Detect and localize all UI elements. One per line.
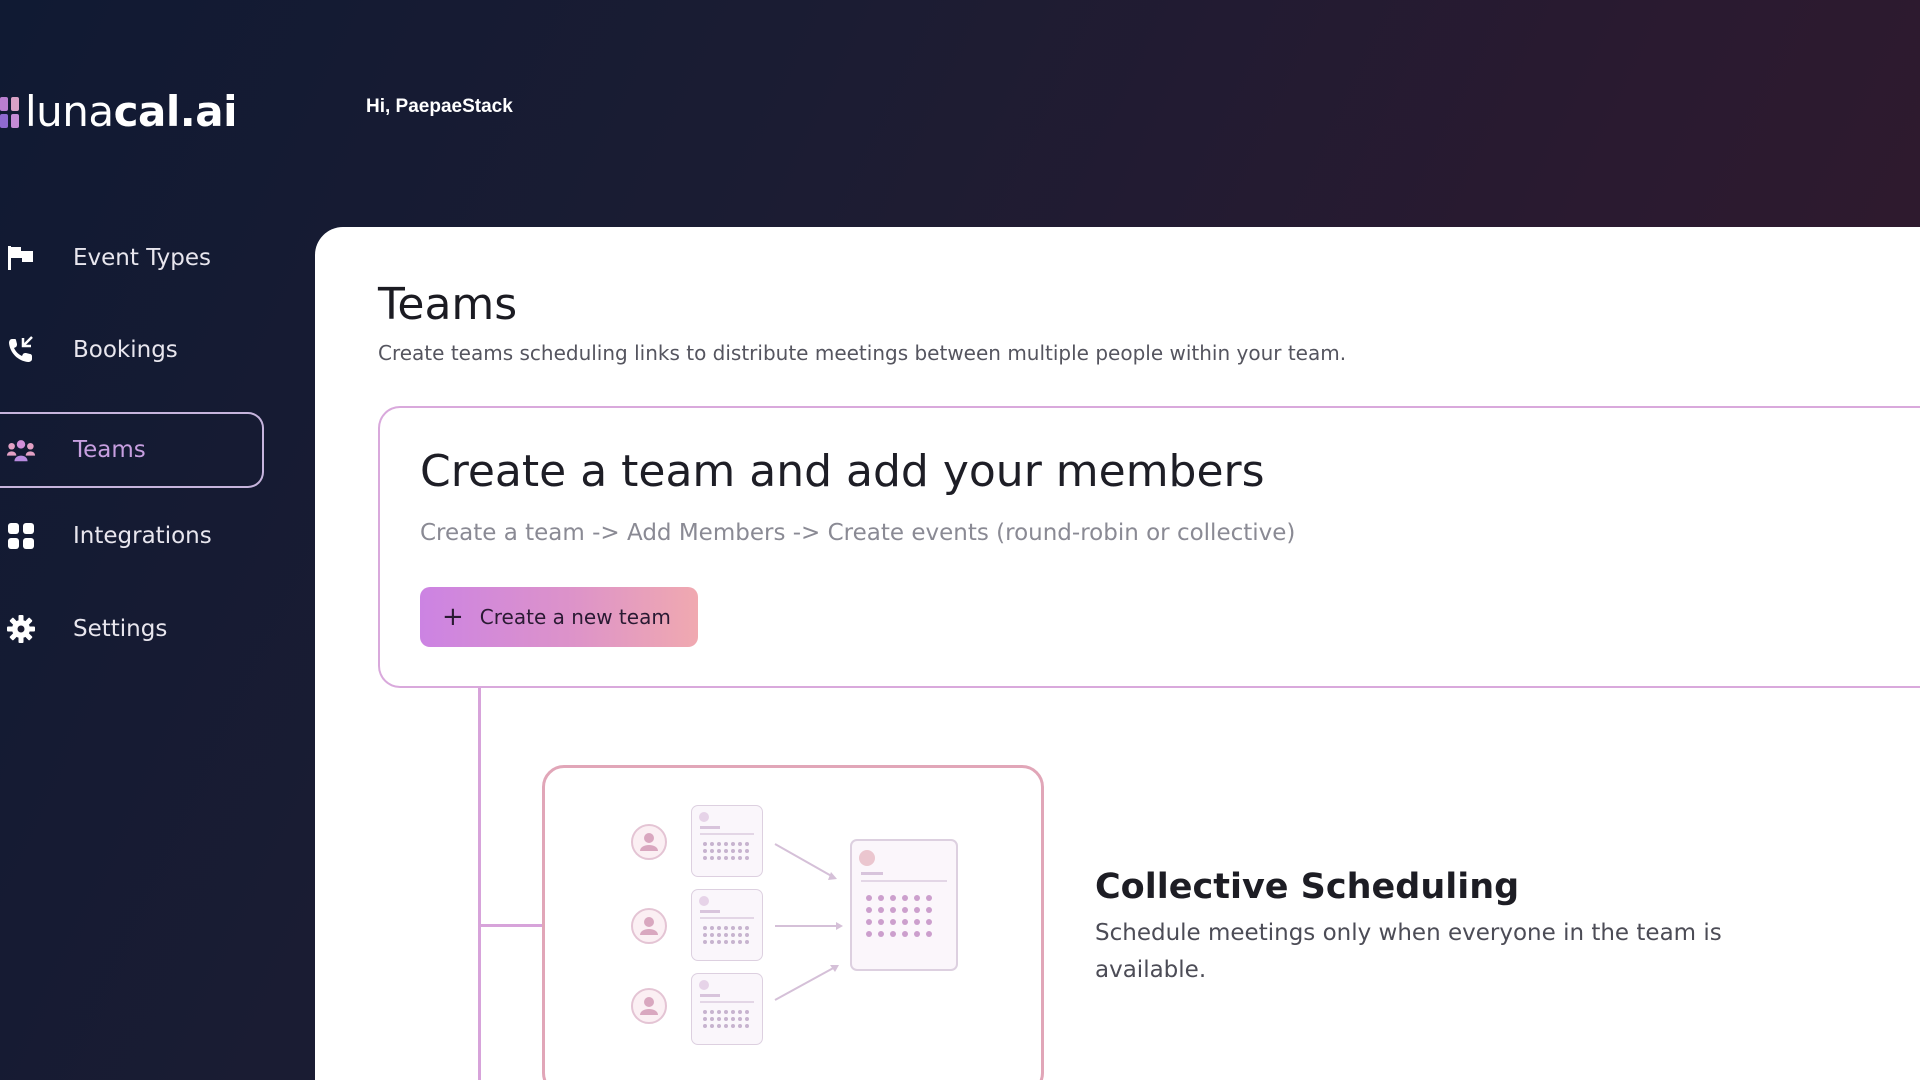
sidebar-item-label: Event Types: [73, 245, 212, 271]
app-logo[interactable]: lunacal.ai: [0, 88, 237, 136]
sidebar-item-label: Settings: [73, 616, 168, 642]
collective-scheduling-illustration: [542, 765, 1044, 1080]
logo-text-bold: cal.ai: [113, 87, 238, 136]
create-new-team-button[interactable]: + Create a new team: [420, 587, 698, 647]
feature-title: Collective Scheduling: [1095, 867, 1520, 907]
gear-icon: [6, 614, 36, 644]
create-new-team-label: Create a new team: [479, 605, 671, 629]
sidebar-item-label: Teams: [73, 437, 146, 463]
grid-icon: [6, 521, 36, 551]
flag-icon: [6, 243, 36, 273]
sidebar-item-settings[interactable]: Settings: [0, 591, 264, 667]
create-team-card: Create a team and add your members Creat…: [378, 406, 1920, 688]
sidebar-item-event-types[interactable]: Event Types: [0, 220, 264, 296]
sidebar-item-integrations[interactable]: Integrations: [0, 498, 264, 574]
sidebar-item-teams[interactable]: Teams: [0, 412, 264, 488]
team-icon: [6, 435, 36, 465]
logo-mark-icon: [0, 96, 19, 128]
page-title: Teams: [378, 279, 518, 330]
page-subtitle: Create teams scheduling links to distrib…: [378, 341, 1347, 365]
sidebar-item-label: Integrations: [73, 523, 212, 549]
sidebar-item-label: Bookings: [73, 337, 178, 363]
create-team-heading: Create a team and add your members: [420, 446, 1265, 497]
logo-text: lunacal.ai: [25, 91, 237, 133]
plus-icon: +: [442, 602, 464, 632]
connector-line-horizontal: [478, 924, 542, 927]
connector-line-vertical: [478, 688, 481, 1080]
main-panel: Teams Create teams scheduling links to d…: [315, 227, 1920, 1080]
feature-description: Schedule meetings only when everyone in …: [1095, 920, 1722, 983]
phone-icon: [6, 335, 36, 365]
sidebar-item-bookings[interactable]: Bookings: [0, 312, 264, 388]
user-greeting: Hi, PaepaeStack: [366, 96, 513, 117]
logo-text-light: luna: [25, 87, 114, 136]
create-team-steps: Create a team -> Add Members -> Create e…: [420, 520, 1296, 546]
